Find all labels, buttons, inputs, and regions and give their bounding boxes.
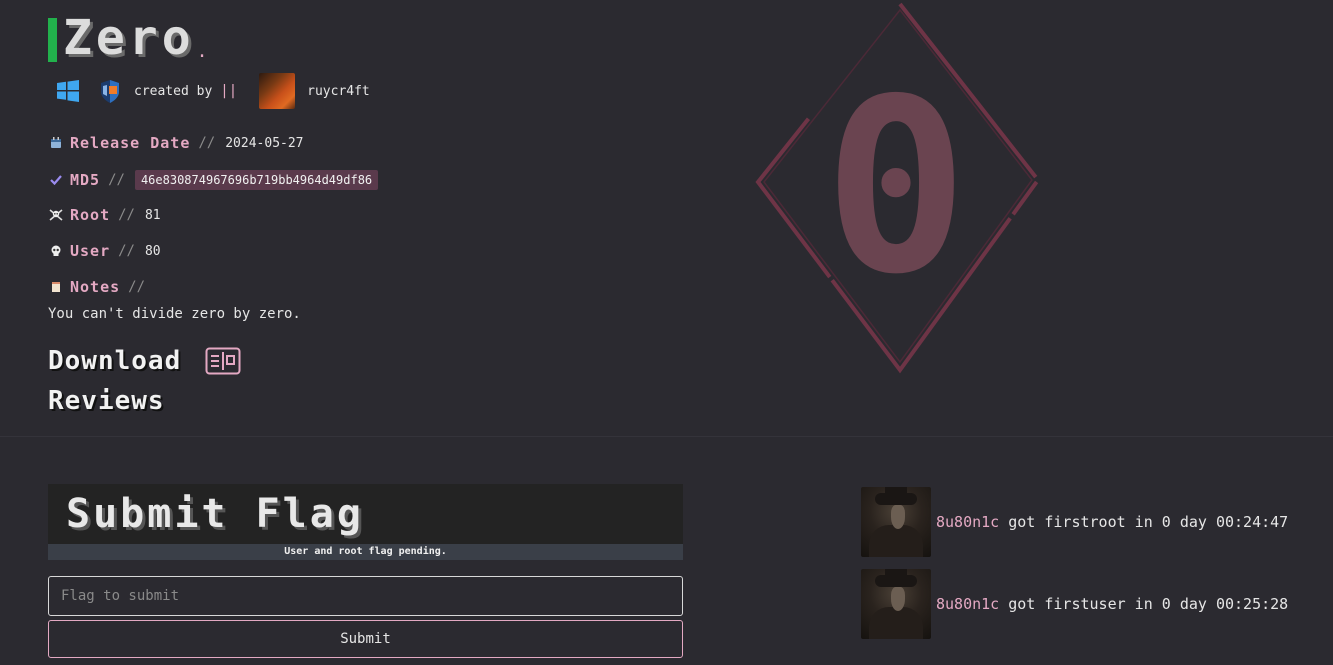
created-by-label: created by (134, 83, 213, 99)
notes-slashes: // (128, 279, 146, 295)
feed-event: got firstroot in 0 day 00:24:47 (999, 513, 1289, 531)
feed-user[interactable]: 8u80n1c (936, 595, 999, 613)
release-date-row: Release Date // 2024-05-27 (48, 134, 304, 152)
page-title-block: Zero . (48, 14, 207, 62)
notes-label: Notes (70, 278, 121, 296)
release-date-label: Release Date (70, 134, 191, 152)
root-slashes: // (118, 207, 135, 223)
notes-row: Notes // (48, 278, 155, 296)
root-label: Root (70, 206, 111, 224)
submit-flag-title: Submit Flag (66, 491, 364, 537)
author-row: created by || ruycr4ft (56, 73, 370, 109)
submit-flag-panel: Submit Flag User and root flag pending. … (48, 484, 683, 658)
hyperv-icon (101, 80, 119, 103)
author-name[interactable]: ruycr4ft (307, 84, 370, 99)
submit-flag-header: Submit Flag (48, 484, 683, 544)
title-accent-bar (48, 18, 57, 62)
root-value: 81 (144, 207, 161, 223)
machine-logo: 0 (755, 0, 1041, 374)
root-row: Root // 81 (48, 206, 161, 224)
calendar-icon (48, 135, 64, 151)
flag-status: User and root flag pending. (48, 544, 683, 560)
skull-crossbones-icon (48, 207, 64, 223)
feed-item: 8u80n1c got firstroot in 0 day 00:24:47 (861, 487, 1288, 557)
release-date-value: 2024-05-27 (225, 135, 304, 151)
reviews-link[interactable]: Reviews (48, 386, 165, 416)
feed-avatar[interactable] (861, 569, 931, 639)
download-box-icon[interactable] (205, 347, 241, 375)
md5-value[interactable]: 46e830874967696b719bb4964d49df86 (134, 170, 379, 190)
release-date-slashes: // (198, 135, 216, 151)
logo-glyph: 0 (824, 47, 969, 327)
author-separator: || (220, 83, 238, 99)
md5-row: MD5 // 46e830874967696b719bb4964d49df86 (48, 170, 379, 190)
user-value: 80 (144, 243, 161, 259)
user-row: User // 80 (48, 242, 161, 260)
title-suffix: . (196, 41, 208, 62)
md5-label: MD5 (70, 171, 101, 189)
feed-event: got firstuser in 0 day 00:25:28 (999, 595, 1289, 613)
feed-item: 8u80n1c got firstuser in 0 day 00:25:28 (861, 569, 1288, 639)
author-avatar[interactable] (259, 73, 296, 109)
feed-user[interactable]: 8u80n1c (936, 513, 999, 531)
notes-text: You can't divide zero by zero. (48, 306, 301, 322)
user-slashes: // (118, 243, 135, 259)
page-title: Zero (63, 10, 195, 66)
note-icon (48, 279, 64, 295)
user-label: User (70, 242, 111, 260)
section-divider (0, 436, 1333, 437)
skull-icon (48, 243, 64, 259)
windows-icon (57, 80, 79, 102)
md5-slashes: // (108, 172, 125, 188)
download-link[interactable]: Download (48, 346, 181, 376)
check-icon (48, 172, 64, 188)
flag-input[interactable] (48, 576, 683, 616)
feed-text: 8u80n1c got firstuser in 0 day 00:25:28 (936, 595, 1288, 613)
download-row: Download (48, 346, 241, 376)
feed-avatar[interactable] (861, 487, 931, 557)
submit-button[interactable]: Submit (48, 620, 683, 658)
feed-text: 8u80n1c got firstroot in 0 day 00:24:47 (936, 513, 1288, 531)
